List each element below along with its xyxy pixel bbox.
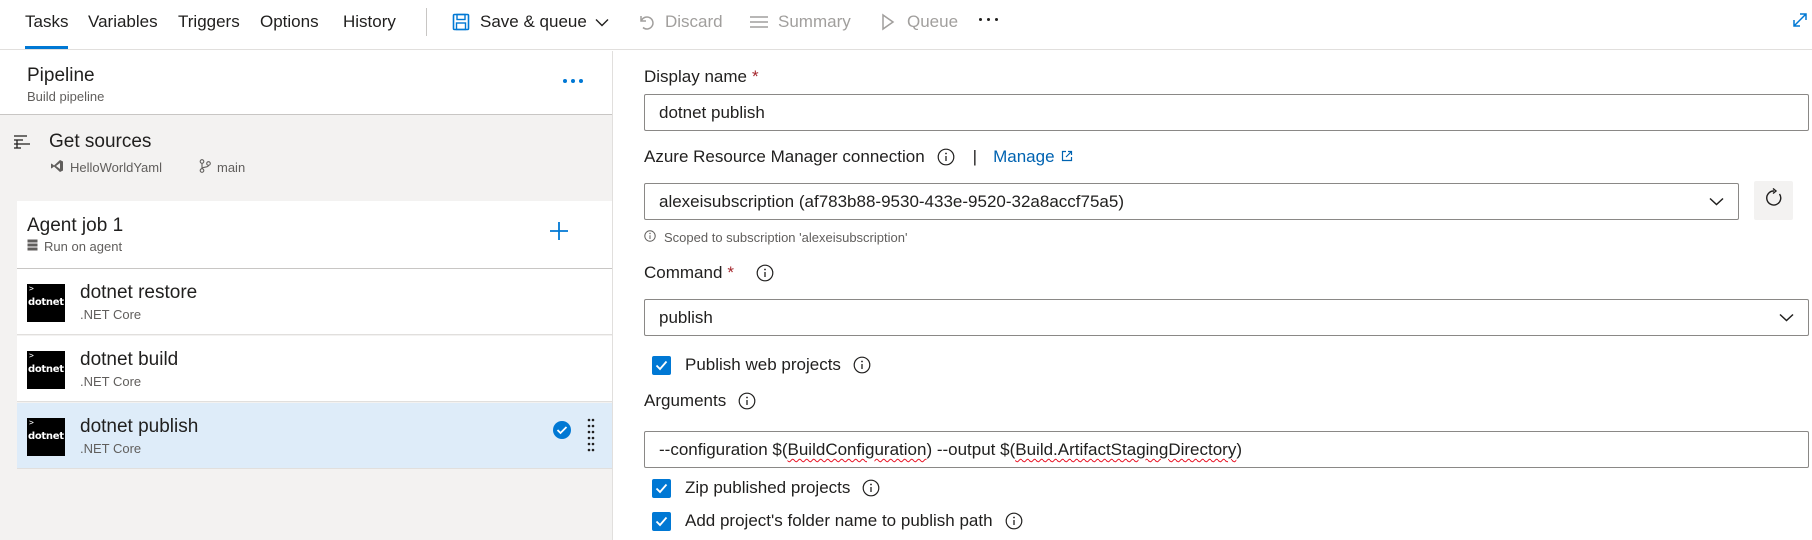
branch-icon [199, 159, 211, 176]
task-title: dotnet build [80, 349, 179, 370]
arm-connection-select[interactable]: alexeisubscription (af783b88-9530-433e-9… [644, 183, 1739, 220]
tab-options[interactable]: Options [260, 0, 319, 50]
scope-hint: Scoped to subscription 'alexeisubscripti… [644, 230, 907, 245]
save-queue-label: Save & queue [480, 12, 587, 31]
arguments-label-row: Arguments [644, 391, 756, 411]
summary-button[interactable]: Summary [748, 0, 851, 44]
pipeline-title: Pipeline [27, 65, 95, 86]
branch-name: main [217, 160, 246, 175]
queue-button[interactable]: Queue [877, 0, 958, 44]
pipeline-task-list: Pipeline Build pipeline Get sources Hell… [0, 51, 613, 540]
arm-connection-label-row: Azure Resource Manager connection | Mana… [644, 147, 1073, 167]
add-task-icon[interactable] [547, 219, 571, 243]
checkmark-icon [552, 420, 572, 445]
agent-job-subtitle-row: Run on agent [27, 239, 122, 254]
task-details-panel: Display name * dotnet publish Azure Resou… [614, 51, 1812, 540]
arm-connection-label: Azure Resource Manager connection [644, 147, 925, 166]
pipeline-more-icon[interactable] [563, 79, 583, 83]
save-queue-button[interactable]: Save & queue [450, 0, 609, 44]
publish-web-projects-row: Publish web projects [652, 355, 871, 375]
task-subtitle: .NET Core [80, 441, 142, 456]
publish-web-projects-checkbox[interactable] [652, 355, 671, 375]
agent-job-subtitle: Run on agent [44, 239, 123, 254]
external-link-icon [1061, 147, 1073, 167]
display-name-input[interactable]: dotnet publish [644, 94, 1809, 131]
info-icon[interactable] [862, 479, 880, 497]
tab-triggers[interactable]: Triggers [178, 0, 240, 50]
task-subtitle: .NET Core [80, 307, 142, 322]
zip-projects-label: Zip published projects [685, 478, 851, 497]
arguments-input[interactable]: --configuration $(BuildConfiguration) --… [644, 431, 1809, 468]
repo-info: HelloWorldYaml [50, 159, 162, 176]
get-sources-item[interactable]: Get sources HelloWorldYaml main [0, 115, 612, 203]
task-subtitle: .NET Core [80, 374, 142, 389]
queue-label: Queue [907, 12, 959, 31]
pipeline-subtitle: Build pipeline [27, 89, 105, 104]
discard-button[interactable]: Discard [635, 0, 723, 44]
refresh-icon [1764, 187, 1784, 213]
more-actions-icon[interactable] [979, 18, 998, 21]
drag-handle-icon[interactable] [587, 417, 595, 453]
server-icon [27, 239, 38, 254]
info-icon[interactable] [738, 392, 756, 410]
command-value: publish [659, 308, 713, 327]
task-title: dotnet restore [80, 282, 198, 303]
discard-label: Discard [665, 12, 723, 31]
play-icon [877, 11, 899, 33]
list-icon [748, 11, 770, 33]
add-folder-name-row: Add project's folder name to publish pat… [652, 511, 1023, 531]
undo-icon [635, 11, 657, 33]
toolbar: Tasks Variables Triggers Options History… [0, 0, 1812, 50]
chevron-down-icon [1709, 184, 1724, 219]
zip-projects-checkbox[interactable] [652, 478, 671, 498]
task-item-dotnet-restore[interactable]: > dotnet dotnet restore .NET Core [17, 269, 612, 335]
info-icon[interactable] [756, 264, 774, 282]
agent-job-title: Agent job 1 [27, 215, 124, 236]
divider: | [972, 147, 978, 166]
dotnet-icon: > dotnet [27, 418, 65, 456]
save-icon [450, 11, 472, 33]
tab-variables[interactable]: Variables [88, 0, 158, 50]
tab-tasks[interactable]: Tasks [25, 0, 69, 50]
required-marker: * [727, 263, 735, 282]
get-sources-title: Get sources [49, 131, 152, 152]
dotnet-icon: > dotnet [27, 351, 65, 389]
agent-job-item[interactable]: Agent job 1 Run on agent [17, 201, 612, 269]
command-label: Command [644, 263, 723, 282]
task-item-dotnet-build[interactable]: > dotnet dotnet build .NET Core [17, 336, 612, 402]
chevron-down-icon[interactable] [595, 18, 609, 27]
manage-link[interactable]: Manage [993, 147, 1072, 167]
command-label-row: Command * [644, 263, 774, 283]
publish-web-projects-label: Publish web projects [685, 355, 841, 374]
info-icon[interactable] [937, 148, 955, 166]
visual-studio-icon [50, 159, 64, 176]
info-icon[interactable] [853, 356, 871, 374]
summary-label: Summary [778, 12, 851, 31]
tab-history[interactable]: History [343, 0, 396, 50]
pipeline-header[interactable]: Pipeline Build pipeline [0, 51, 612, 115]
task-title: dotnet publish [80, 416, 199, 437]
display-name-label: Display name * [644, 67, 759, 86]
refresh-button[interactable] [1754, 181, 1793, 220]
source-list-icon [13, 134, 33, 157]
branch-info: main [199, 159, 245, 176]
info-icon [644, 230, 656, 245]
required-marker: * [752, 67, 759, 86]
arguments-label: Arguments [644, 391, 727, 410]
repo-name: HelloWorldYaml [70, 160, 162, 175]
add-folder-name-label: Add project's folder name to publish pat… [685, 511, 993, 530]
command-select[interactable]: publish [644, 299, 1809, 336]
zip-projects-row: Zip published projects [652, 478, 880, 498]
task-item-dotnet-publish[interactable]: > dotnet dotnet publish .NET Core [17, 403, 612, 469]
chevron-down-icon [1779, 300, 1794, 335]
arm-connection-value: alexeisubscription (af783b88-9530-433e-9… [659, 192, 1124, 211]
add-folder-name-checkbox[interactable] [652, 511, 671, 531]
dotnet-icon: > dotnet [27, 284, 65, 322]
toolbar-divider [426, 8, 427, 36]
expand-icon[interactable] [1792, 12, 1808, 33]
info-icon[interactable] [1005, 512, 1023, 530]
